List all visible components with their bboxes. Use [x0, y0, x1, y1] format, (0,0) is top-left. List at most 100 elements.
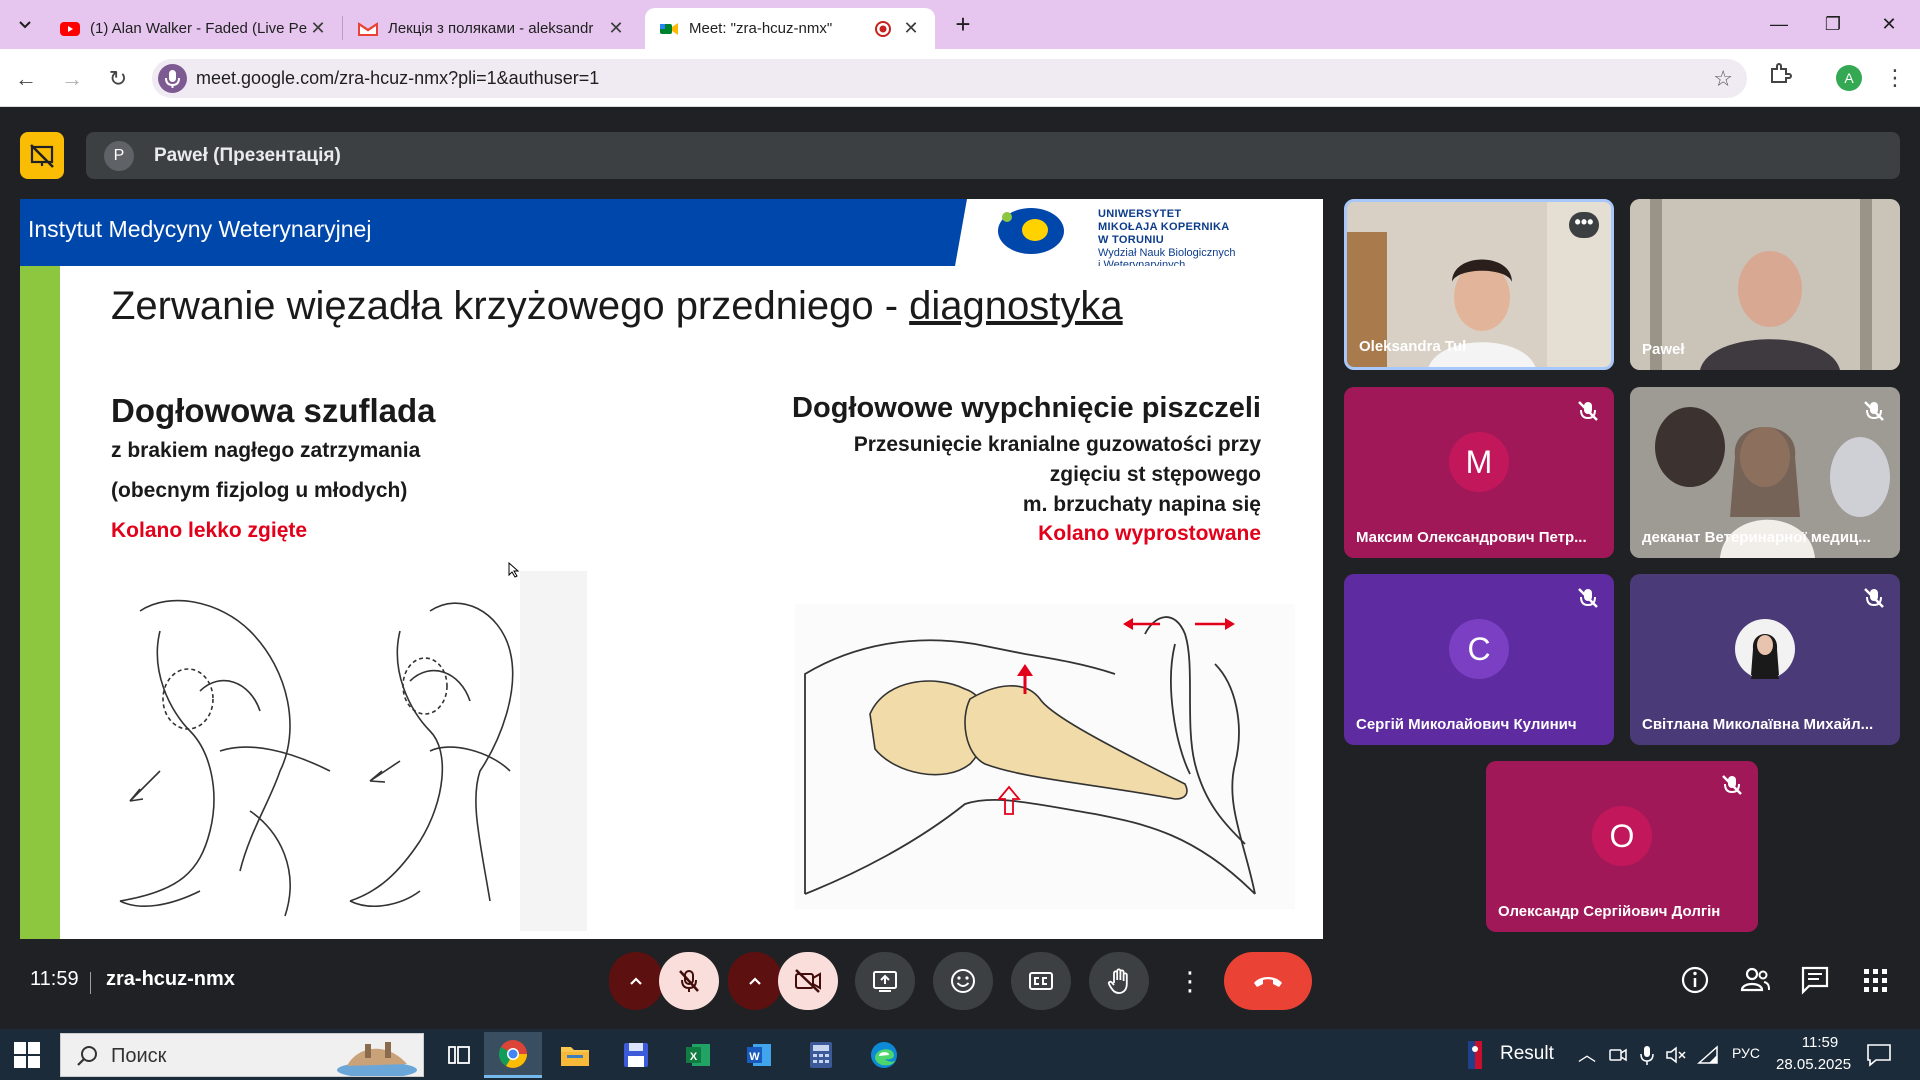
new-tab-button[interactable]: +: [948, 10, 978, 40]
notifications-icon[interactable]: [1866, 1043, 1892, 1067]
slide-accent-stripe: [20, 266, 60, 939]
taskbar-file-explorer[interactable]: [546, 1032, 604, 1078]
extensions-icon[interactable]: [1763, 61, 1797, 95]
input-language[interactable]: РУС: [1732, 1045, 1760, 1061]
mic-toggle-button[interactable]: [659, 952, 719, 1010]
taskbar-save-app[interactable]: [607, 1032, 665, 1078]
tab-title: Meet: "zra-hcuz-nmx": [689, 20, 833, 37]
mic-tray-icon: [1640, 1046, 1654, 1065]
participant-tile-oleksandra[interactable]: ••• Oleksandra Tul: [1344, 199, 1614, 370]
taskbar-clock-date[interactable]: 28.05.2025: [1776, 1056, 1851, 1073]
taskbar-chrome[interactable]: [484, 1032, 542, 1078]
tab-search-button[interactable]: [10, 10, 40, 40]
chevron-up-icon: [749, 977, 761, 985]
tab-youtube[interactable]: (1) Alan Walker - Faded (Live Pe ✕: [46, 8, 342, 49]
participant-tile-serhii[interactable]: C Сергій Миколайович Кулинич: [1344, 574, 1614, 745]
forward-button[interactable]: →: [56, 63, 88, 95]
chevron-up-icon: [630, 977, 642, 985]
right-line-1: Przesunięcie kranialne guzowatości przy: [853, 433, 1261, 456]
captions-icon: [1029, 972, 1053, 990]
video-options-button[interactable]: [728, 952, 782, 1010]
taskbar-search[interactable]: Поиск: [60, 1033, 424, 1077]
participant-photo-avatar: [1735, 619, 1795, 679]
taskbar-excel[interactable]: X: [669, 1032, 727, 1078]
participant-tile-dekanat[interactable]: деканат Ветеринарної медиц...: [1630, 387, 1900, 558]
tray-chevron-up-icon[interactable]: ︿: [1578, 1041, 1596, 1067]
meet-icon: [660, 22, 678, 35]
meet-tray-icon: [1609, 1048, 1627, 1062]
reactions-button[interactable]: [933, 952, 993, 1010]
participant-name: Максим Олександрович Петр...: [1356, 529, 1587, 546]
presenter-name: Paweł (Презентація): [154, 145, 341, 166]
taskbar-edge[interactable]: [855, 1032, 913, 1078]
floppy-disk-icon: [624, 1043, 648, 1067]
speaker-muted-icon[interactable]: [1665, 1045, 1687, 1065]
tab-meet[interactable]: Meet: "zra-hcuz-nmx" ✕: [645, 8, 935, 49]
meeting-info-icon[interactable]: [1675, 960, 1715, 1000]
mic-off-icon: [1864, 401, 1884, 421]
windows-taskbar: Поиск X W Result ︿ РУС 11:59 28.05.2025: [0, 1029, 1920, 1080]
task-view-icon: [448, 1046, 470, 1064]
taskbar-word[interactable]: W: [730, 1032, 788, 1078]
audio-options-button[interactable]: [609, 952, 663, 1010]
left-line-2: (obecnym fizjolog u młodych): [111, 479, 408, 502]
activities-grid-icon[interactable]: [1855, 960, 1895, 1000]
close-icon[interactable]: ✕: [901, 18, 921, 39]
present-screen-button[interactable]: [855, 952, 915, 1010]
nba-logo-icon: [1468, 1041, 1482, 1069]
participant-name: деканат Ветеринарної медиц...: [1642, 529, 1871, 546]
site-info-button[interactable]: [158, 64, 187, 93]
restore-button[interactable]: ❐: [1810, 6, 1856, 42]
emoji-icon: [951, 969, 975, 993]
participant-avatar: C: [1449, 619, 1509, 679]
wifi-icon[interactable]: [1697, 1045, 1719, 1065]
bookmark-star-icon[interactable]: ☆: [1713, 59, 1733, 98]
reload-button[interactable]: ↻: [102, 63, 134, 95]
svg-text:W: W: [749, 1051, 760, 1063]
institute-title: Instytut Medycyny Weterynaryjnej: [28, 216, 372, 242]
leave-call-button[interactable]: [1224, 952, 1312, 1010]
taskbar-calculator[interactable]: [792, 1032, 850, 1078]
address-bar[interactable]: meet.google.com/zra-hcuz-nmx?pli=1&authu…: [152, 59, 1747, 98]
tab-separator: [342, 16, 343, 40]
minimize-button[interactable]: —: [1756, 6, 1802, 42]
presentation-off-icon: [30, 143, 54, 168]
task-view-button[interactable]: [430, 1032, 488, 1078]
chat-icon[interactable]: [1795, 960, 1835, 1000]
stop-presenting-button[interactable]: [20, 132, 64, 179]
windows-start-icon[interactable]: [14, 1042, 40, 1068]
right-line-3: m. brzuchaty napina się: [1022, 493, 1261, 516]
more-options-icon[interactable]: ⋮: [1170, 952, 1210, 1010]
window-close-button[interactable]: ✕: [1866, 6, 1912, 42]
profile-avatar[interactable]: A: [1836, 65, 1862, 91]
university-name: UNIWERSYTET MIKOŁAJA KOPERNIKA W TORUNIU…: [1098, 208, 1236, 271]
youtube-icon: [60, 21, 80, 36]
camera-toggle-button[interactable]: [778, 952, 838, 1010]
more-options-button[interactable]: •••: [1569, 212, 1599, 238]
browser-menu-icon[interactable]: ⋮: [1880, 63, 1910, 93]
calculator-icon: [810, 1042, 832, 1068]
heading-underlined: diagnostyka: [909, 284, 1123, 328]
participant-avatar: M: [1449, 432, 1509, 492]
bar-separator: [90, 972, 91, 994]
camera-off-icon: [795, 969, 821, 993]
participant-tile-svitlana[interactable]: Світлана Миколаївна Михайл...: [1630, 574, 1900, 745]
participant-tile-pawel[interactable]: Paweł: [1630, 199, 1900, 370]
participant-tile-oleksandr[interactable]: O Олександр Сергійович Долгін: [1486, 761, 1758, 932]
puzzle-icon: [1771, 63, 1792, 83]
meet-stage: P Paweł (Презентація) Instytut Medycyny …: [0, 108, 1920, 1073]
edge-icon: [871, 1042, 897, 1068]
tab-gmail[interactable]: Лекція з поляками - aleksandr ✕: [344, 8, 640, 49]
close-icon[interactable]: ✕: [308, 18, 328, 39]
taskbar-clock-time[interactable]: 11:59: [1790, 1034, 1850, 1051]
excel-icon: X: [686, 1044, 710, 1066]
news-widget-label[interactable]: Result: [1500, 1043, 1554, 1065]
close-icon[interactable]: ✕: [606, 18, 626, 39]
captions-button[interactable]: [1011, 952, 1071, 1010]
present-screen-icon: [873, 971, 897, 992]
back-button[interactable]: ←: [10, 63, 42, 95]
right-red-note: Kolano wyprostowane: [1038, 522, 1261, 545]
raise-hand-button[interactable]: [1089, 952, 1149, 1010]
people-icon[interactable]: [1735, 960, 1775, 1000]
participant-tile-maksym[interactable]: M Максим Олександрович Петр...: [1344, 387, 1614, 558]
